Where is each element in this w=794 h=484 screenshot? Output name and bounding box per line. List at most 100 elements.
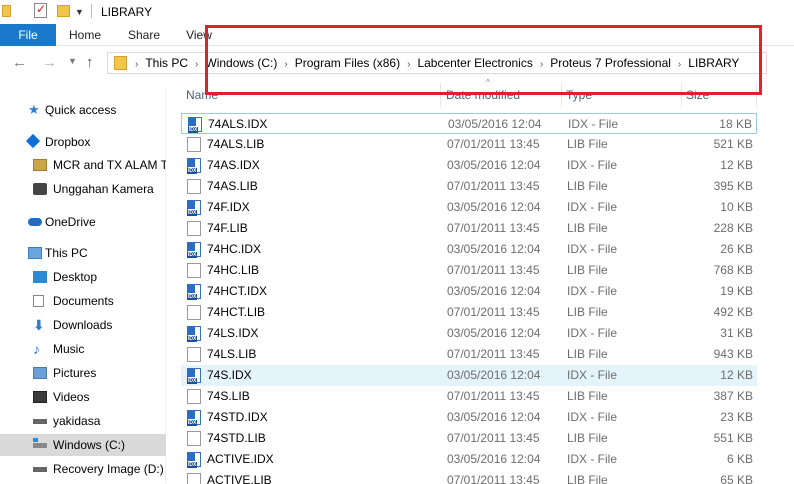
file-row[interactable]: 74LS.IDX 03/05/2016 12:04 IDX - File 31 KB [181, 323, 757, 344]
column-divider[interactable] [561, 83, 562, 107]
forward-arrow-icon[interactable]: → [42, 54, 57, 71]
file-row[interactable]: ACTIVE.IDX 03/05/2016 12:04 IDX - File 6 KB [181, 449, 757, 470]
file-icon [187, 473, 201, 484]
file-size: 228 KB [713, 221, 753, 235]
file-date-modified: 03/05/2016 12:04 [447, 326, 541, 340]
tab-file[interactable]: File [0, 24, 56, 46]
file-row[interactable]: 74HCT.LIB 07/01/2011 13:45 LIB File 492 KB [181, 302, 757, 323]
idx-file-icon [187, 200, 201, 216]
back-arrow-icon[interactable]: ← [12, 54, 27, 71]
file-row[interactable]: 74S.LIB 07/01/2011 13:45 LIB File 387 KB [181, 386, 757, 407]
file-row[interactable]: ACTIVE.LIB 07/01/2011 13:45 LIB File 65 KB [181, 470, 757, 484]
nav-item[interactable]: This PC [0, 242, 166, 264]
nav-item[interactable]: ⬇ Downloads [0, 314, 166, 336]
tab-home[interactable]: Home [66, 24, 104, 46]
file-type: IDX - File [567, 200, 618, 214]
column-header-type[interactable]: Type [566, 88, 592, 102]
idx-file-icon [187, 368, 201, 384]
file-row[interactable]: 74ALS.IDX 03/05/2016 12:04 IDX - File 18 KB [181, 113, 757, 134]
nav-item[interactable]: Windows (C:) [0, 434, 166, 456]
breadcrumb-program-files[interactable]: Program Files (x86) [295, 53, 400, 73]
nav-item[interactable]: ♪ Music [0, 338, 166, 360]
up-arrow-icon[interactable]: ↑ [86, 54, 94, 71]
nav-item-label: Unggahan Kamera [53, 182, 154, 196]
file-row[interactable]: 74HC.LIB 07/01/2011 13:45 LIB File 768 KB [181, 260, 757, 281]
breadcrumb-separator[interactable]: › [284, 55, 287, 75]
nav-item[interactable]: ★ Quick access [0, 99, 166, 121]
nav-item[interactable]: OneDrive [0, 211, 166, 233]
folder-image-icon [33, 159, 47, 171]
file-size: 18 KB [719, 117, 752, 131]
nav-item[interactable]: MCR and TX ALAM T [0, 154, 166, 176]
file-row[interactable]: 74LS.LIB 07/01/2011 13:45 LIB File 943 KB [181, 344, 757, 365]
file-row[interactable]: 74HC.IDX 03/05/2016 12:04 IDX - File 26 KB [181, 239, 757, 260]
breadcrumb-proteus[interactable]: Proteus 7 Professional [550, 53, 671, 73]
column-header-name[interactable]: Name [186, 88, 218, 102]
file-row[interactable]: 74AS.IDX 03/05/2016 12:04 IDX - File 12 KB [181, 155, 757, 176]
file-date-modified: 07/01/2011 13:45 [447, 179, 540, 193]
breadcrumb: › This PC › Windows (C:) › Program Files (x86… [128, 53, 739, 73]
file-date-modified: 07/01/2011 13:45 [447, 221, 540, 235]
nav-item-label: This PC [45, 246, 88, 260]
breadcrumb-separator[interactable]: › [678, 55, 681, 75]
file-row[interactable]: 74F.LIB 07/01/2011 13:45 LIB File 228 KB [181, 218, 757, 239]
folder-icon [114, 56, 127, 70]
file-icon [187, 389, 201, 404]
nav-item[interactable]: Documents [0, 290, 166, 312]
file-row[interactable]: 74STD.LIB 07/01/2011 13:45 LIB File 551 KB [181, 428, 757, 449]
breadcrumb-separator[interactable]: › [195, 55, 198, 75]
file-row[interactable]: 74STD.IDX 03/05/2016 12:04 IDX - File 23 KB [181, 407, 757, 428]
file-date-modified: 07/01/2011 13:45 [447, 473, 540, 484]
file-type: IDX - File [567, 242, 618, 256]
file-type: IDX - File [567, 158, 618, 172]
breadcrumb-this-pc[interactable]: This PC [145, 53, 188, 73]
file-row[interactable]: 74F.IDX 03/05/2016 12:04 IDX - File 10 KB [181, 197, 757, 218]
file-row[interactable]: 74S.IDX 03/05/2016 12:04 IDX - File 12 KB [181, 365, 757, 386]
file-row[interactable]: 74HCT.IDX 03/05/2016 12:04 IDX - File 19 KB [181, 281, 757, 302]
column-header-date[interactable]: Date modified [446, 88, 520, 102]
breadcrumb-separator[interactable]: › [407, 55, 410, 75]
breadcrumb-windows-c[interactable]: Windows (C:) [205, 53, 277, 73]
file-size: 65 KB [720, 473, 753, 484]
column-headers: ^ Name Date modified Type Size [180, 78, 794, 108]
file-type: IDX - File [567, 452, 618, 466]
breadcrumb-separator[interactable]: › [135, 55, 138, 75]
column-divider[interactable] [440, 83, 441, 107]
desktop-icon [33, 271, 47, 283]
nav-item-label: MCR and TX ALAM T [53, 158, 166, 172]
column-header-size[interactable]: Size [686, 88, 709, 102]
idx-file-icon [187, 326, 201, 342]
idx-file-icon [187, 158, 201, 174]
nav-item[interactable]: Videos [0, 386, 166, 408]
file-name: 74S.LIB [207, 389, 250, 403]
address-bar[interactable]: › This PC › Windows (C:) › Program Files (x86… [107, 52, 767, 74]
ribbon-tabs: File Home Share View [0, 24, 794, 46]
breadcrumb-separator[interactable]: › [540, 55, 543, 75]
file-row[interactable]: 74ALS.LIB 07/01/2011 13:45 LIB File 521 KB [181, 134, 757, 155]
file-type: LIB File [567, 431, 608, 445]
column-divider[interactable] [681, 83, 682, 107]
file-type: LIB File [567, 305, 608, 319]
tab-share[interactable]: Share [126, 24, 162, 46]
nav-item[interactable]: Pictures [0, 362, 166, 384]
properties-icon[interactable] [34, 2, 47, 18]
nav-item[interactable]: Recovery Image (D:) [0, 458, 166, 480]
tab-view[interactable]: View [185, 24, 213, 46]
file-size: 23 KB [720, 410, 753, 424]
breadcrumb-labcenter[interactable]: Labcenter Electronics [417, 53, 532, 73]
drive-icon [33, 467, 47, 472]
new-folder-icon[interactable] [57, 5, 70, 17]
column-divider[interactable] [756, 83, 757, 107]
breadcrumb-library[interactable]: LIBRARY [688, 53, 739, 73]
nav-item[interactable]: yakidasa [0, 410, 166, 432]
folder-icon[interactable] [2, 5, 11, 17]
recent-locations-chevron-icon[interactable]: ▼ [68, 56, 77, 66]
nav-item[interactable]: Desktop [0, 266, 166, 288]
file-size: 6 KB [726, 452, 753, 466]
customize-dropdown-icon[interactable]: ▼ [75, 7, 89, 21]
file-name: ACTIVE.LIB [207, 473, 272, 484]
nav-item[interactable]: Dropbox [0, 131, 166, 153]
file-name: 74HCT.LIB [207, 305, 266, 319]
nav-item[interactable]: Unggahan Kamera [0, 178, 166, 200]
file-row[interactable]: 74AS.LIB 07/01/2011 13:45 LIB File 395 KB [181, 176, 757, 197]
